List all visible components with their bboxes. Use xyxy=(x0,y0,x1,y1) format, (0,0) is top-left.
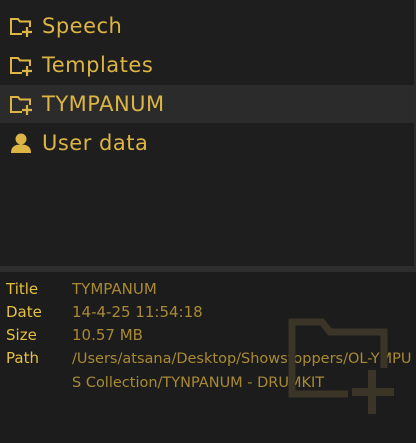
folder-add-icon xyxy=(8,91,34,117)
browser-item-user-data[interactable]: User data xyxy=(0,124,414,162)
browser-item-label: Speech xyxy=(42,14,123,38)
browser-list: Speech Templates TYMPANUM User data xyxy=(0,0,416,266)
info-key-size: Size xyxy=(6,326,37,344)
browser-item-label: User data xyxy=(42,131,149,155)
user-icon xyxy=(8,130,34,156)
browser-item-label: TYMPANUM xyxy=(42,92,165,116)
folder-add-icon xyxy=(8,13,34,39)
browser-item-tympanum[interactable]: TYMPANUM xyxy=(0,85,414,123)
browser-item-label: Templates xyxy=(42,53,154,77)
info-key-date: Date xyxy=(6,303,42,321)
browser-item-speech[interactable]: Speech xyxy=(0,7,414,45)
info-key-path: Path xyxy=(6,349,39,367)
info-key-title: Title xyxy=(6,280,39,298)
folder-add-icon xyxy=(288,312,398,416)
info-value-title: TYMPANUM xyxy=(72,280,157,298)
folder-add-icon xyxy=(8,52,34,78)
browser-item-templates[interactable]: Templates xyxy=(0,46,414,84)
